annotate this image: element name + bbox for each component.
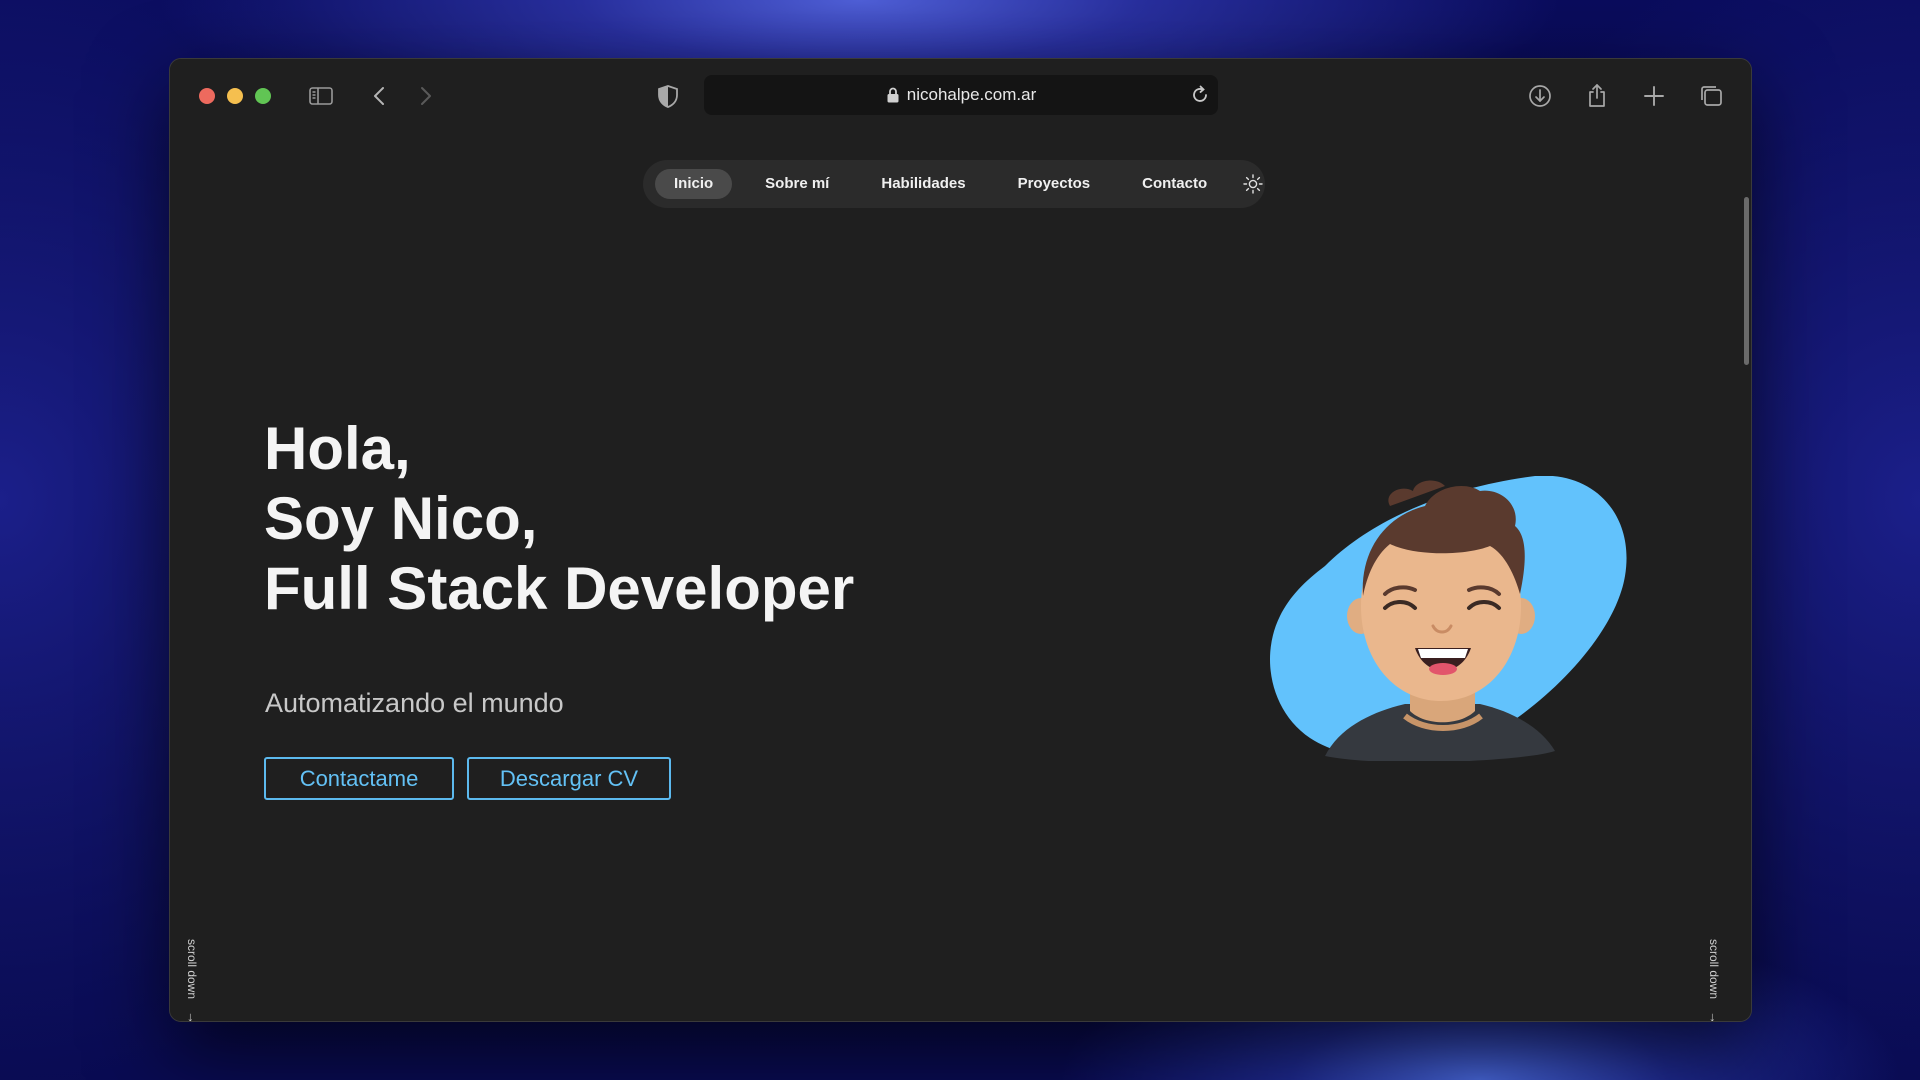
download-cv-button[interactable]: Descargar CV [467, 757, 671, 800]
scroll-down-label: scroll down [1707, 939, 1721, 1000]
arrow-down-icon: ↓ [187, 1009, 194, 1022]
nav-item-habilidades[interactable]: Habilidades [862, 169, 984, 199]
nav-item-contacto[interactable]: Contacto [1123, 169, 1226, 199]
hero-subtitle: Automatizando el mundo [265, 688, 564, 718]
download-icon[interactable] [1525, 81, 1555, 111]
scroll-down-label: scroll down [185, 939, 199, 1000]
page-content: Inicio Sobre mí Habilidades Proyectos Co… [170, 131, 1751, 1022]
hero-heading: Hola, Soy Nico, Full Stack Developer [264, 414, 854, 624]
address-bar[interactable]: nicohalpe.com.ar [704, 75, 1218, 115]
hero-greeting: Hola, [264, 415, 411, 482]
back-icon[interactable] [365, 81, 395, 111]
zoom-window-button[interactable] [255, 88, 271, 104]
forward-icon[interactable] [410, 81, 440, 111]
lock-icon [887, 87, 899, 103]
url-text: nicohalpe.com.ar [906, 85, 1037, 104]
nav-item-proyectos[interactable]: Proyectos [999, 169, 1110, 199]
shield-icon[interactable] [653, 81, 683, 111]
avatar-illustration [1270, 476, 1627, 761]
scroll-down-indicator-right[interactable]: scroll down ↓ [1707, 939, 1727, 1022]
main-nav: Inicio Sobre mí Habilidades Proyectos Co… [643, 160, 1265, 208]
close-window-button[interactable] [199, 88, 215, 104]
hero-name: Soy Nico, [264, 485, 538, 552]
nav-item-sobre-mi[interactable]: Sobre mí [746, 169, 848, 199]
minimize-window-button[interactable] [227, 88, 243, 104]
hero-role: Full Stack Developer [264, 555, 855, 622]
nav-item-inicio[interactable]: Inicio [655, 169, 733, 199]
sidebar-icon[interactable] [306, 81, 336, 111]
arrow-down-icon: ↓ [1709, 1009, 1716, 1022]
share-icon[interactable] [1582, 81, 1612, 111]
new-tab-icon[interactable] [1639, 81, 1669, 111]
tabs-overview-icon[interactable] [1696, 81, 1726, 111]
sun-icon[interactable] [1242, 173, 1264, 195]
browser-window: nicohalpe.com.ar Inicio Sobre mí Habilid… [169, 58, 1752, 1022]
page-scrollbar[interactable] [1744, 197, 1749, 365]
contact-button[interactable]: Contactame [264, 757, 454, 800]
scroll-down-indicator-left[interactable]: scroll down ↓ [185, 939, 205, 1022]
reload-icon[interactable] [1188, 83, 1212, 107]
browser-toolbar: nicohalpe.com.ar [170, 59, 1751, 131]
